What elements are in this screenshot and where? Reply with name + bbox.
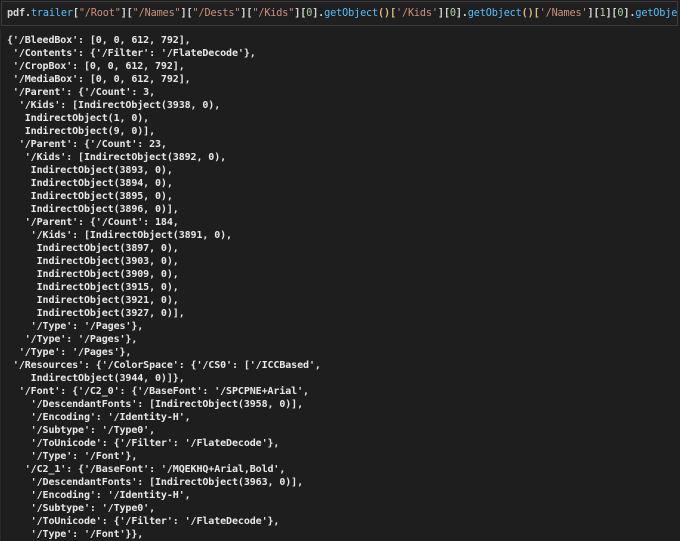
code-token: "/Names": [132, 8, 181, 19]
output-line: IndirectObject(3894, 0),: [7, 178, 173, 189]
code-token: ].: [312, 8, 325, 19]
output-line: IndirectObject(3927, 0)],: [7, 308, 185, 319]
notebook-cell: pdf.trailer["/Root"]["/Names"]["/Dests"]…: [0, 0, 680, 541]
output-line: IndirectObject(3893, 0),: [7, 165, 173, 176]
output-line: IndirectObject(3944, 0)]},: [7, 373, 185, 384]
output-line: IndirectObject(3921, 0),: [7, 295, 179, 306]
code-token: getObject: [467, 8, 522, 19]
output-line: IndirectObject(3895, 0),: [7, 191, 173, 202]
output-line: '/Kids': [IndirectObject(3892, 0),: [7, 152, 227, 163]
code-token: ][: [587, 8, 600, 19]
code-token: "/Root": [78, 8, 121, 19]
output-line: '/CropBox': [0, 0, 612, 792],: [7, 61, 185, 72]
output-line: '/ToUnicode': {'/Filter': '/FlateDecode'…: [7, 516, 280, 527]
code-token: getObject: [635, 8, 678, 19]
code-token: ()[: [378, 8, 396, 19]
code-token: pdf: [7, 8, 25, 19]
output-line: {'/BleedBox': [0, 0, 612, 792],: [7, 35, 191, 46]
code-token: '/Kids': [395, 8, 438, 19]
code-token: ()[: [521, 8, 540, 19]
output-line: IndirectObject(1, 0),: [7, 113, 150, 124]
output-line: '/Parent': {'/Count': 3,: [7, 87, 156, 98]
output-line: '/C2_1': {'/BaseFont': '/MQEKHQ+Arial,Bo…: [7, 464, 286, 475]
output-line: '/DescendantFonts': [IndirectObject(3958…: [7, 399, 304, 410]
output-line: IndirectObject(3897, 0),: [7, 243, 179, 254]
code-token: ].: [455, 8, 468, 19]
code-line[interactable]: pdf.trailer["/Root"]["/Names"]["/Dests"]…: [7, 7, 678, 21]
cell-output: {'/BleedBox': [0, 0, 612, 792], '/Conten…: [0, 29, 680, 541]
code-token: ][: [294, 8, 307, 19]
code-token: getObject: [324, 8, 379, 19]
output-line: '/Type': '/Font'}},: [7, 529, 144, 540]
output-line: '/Encoding': '/Identity-H',: [7, 490, 191, 501]
code-token: ].: [623, 8, 636, 19]
code-token: trailer: [30, 8, 73, 19]
output-line: IndirectObject(3903, 0),: [7, 256, 179, 267]
output-line: '/Parent': {'/Count': 184,: [7, 217, 179, 228]
output-line: '/Resources': {'/ColorSpace': {'/CS0': […: [7, 360, 321, 371]
output-line: '/Font': {'/C2_0': {'/BaseFont': '/SPCPN…: [7, 386, 309, 397]
output-line: '/Subtype': '/Type0',: [7, 503, 156, 514]
output-line: IndirectObject(3909, 0),: [7, 269, 179, 280]
output-line: '/ToUnicode': {'/Filter': '/FlateDecode'…: [7, 438, 280, 449]
output-line: '/Type': '/Pages'},: [7, 347, 132, 358]
output-line: '/Parent': {'/Count': 23,: [7, 139, 167, 150]
code-token: ][: [437, 8, 450, 19]
output-line: '/Subtype': '/Type0',: [7, 425, 156, 436]
output-text: {'/BleedBox': [0, 0, 612, 792], '/Conten…: [7, 34, 321, 541]
output-line: IndirectObject(3896, 0)],: [7, 204, 179, 215]
code-token: "/Kids": [252, 8, 295, 19]
output-line: '/Kids': [IndirectObject(3938, 0),: [7, 100, 221, 111]
output-line: IndirectObject(3915, 0),: [7, 282, 179, 293]
output-line: '/Encoding': '/Identity-H',: [7, 412, 191, 423]
code-token: ][: [120, 8, 133, 19]
output-line: '/Type': '/Pages'},: [7, 321, 144, 332]
code-token: ][: [180, 8, 193, 19]
code-token: "/Dests": [192, 8, 241, 19]
code-input-cell[interactable]: pdf.trailer["/Root"]["/Names"]["/Dests"]…: [1, 1, 678, 26]
output-line: '/MediaBox': [0, 0, 612, 792],: [7, 74, 191, 85]
output-line: '/DescendantFonts': [IndirectObject(3963…: [7, 477, 304, 488]
output-line: '/Contents': {'/Filter': '/FlateDecode'}…: [7, 48, 256, 59]
code-token: ][: [240, 8, 253, 19]
output-line: '/Kids': [IndirectObject(3891, 0),: [7, 230, 232, 241]
code-token: '/Names': [539, 8, 588, 19]
code-token: ][: [605, 8, 618, 19]
output-line: IndirectObject(9, 0)],: [7, 126, 156, 137]
output-line: '/Type': '/Pages'},: [7, 334, 138, 345]
output-line: '/Type': '/Font'},: [7, 451, 138, 462]
